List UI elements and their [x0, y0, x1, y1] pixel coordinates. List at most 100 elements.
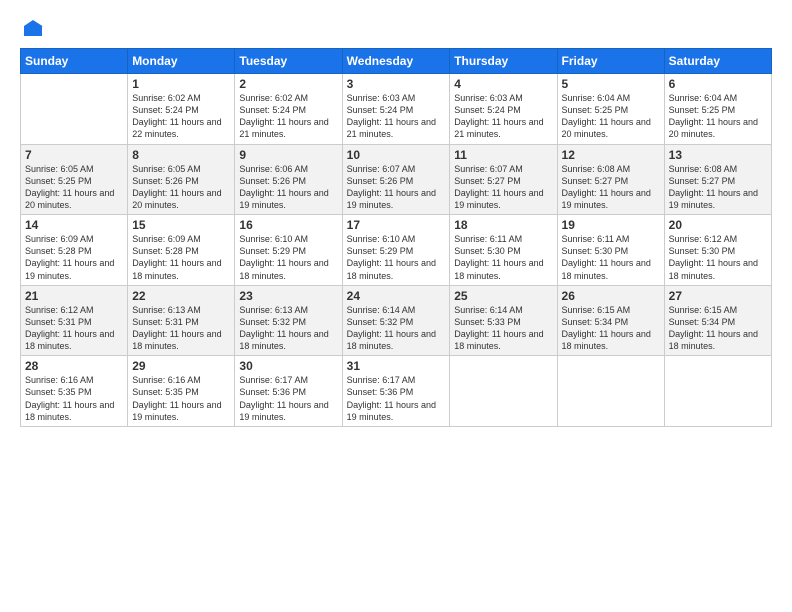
calendar-cell: 23Sunrise: 6:13 AM Sunset: 5:32 PM Dayli… — [235, 285, 342, 356]
calendar-cell: 25Sunrise: 6:14 AM Sunset: 5:33 PM Dayli… — [450, 285, 557, 356]
calendar-cell: 21Sunrise: 6:12 AM Sunset: 5:31 PM Dayli… — [21, 285, 128, 356]
calendar-cell: 18Sunrise: 6:11 AM Sunset: 5:30 PM Dayli… — [450, 215, 557, 286]
calendar-cell: 14Sunrise: 6:09 AM Sunset: 5:28 PM Dayli… — [21, 215, 128, 286]
calendar-cell: 19Sunrise: 6:11 AM Sunset: 5:30 PM Dayli… — [557, 215, 664, 286]
day-number: 4 — [454, 77, 552, 91]
calendar-cell: 12Sunrise: 6:08 AM Sunset: 5:27 PM Dayli… — [557, 144, 664, 215]
calendar-cell: 5Sunrise: 6:04 AM Sunset: 5:25 PM Daylig… — [557, 74, 664, 145]
calendar-cell: 6Sunrise: 6:04 AM Sunset: 5:25 PM Daylig… — [664, 74, 771, 145]
day-info: Sunrise: 6:16 AM Sunset: 5:35 PM Dayligh… — [25, 374, 123, 423]
day-info: Sunrise: 6:14 AM Sunset: 5:33 PM Dayligh… — [454, 304, 552, 353]
day-info: Sunrise: 6:08 AM Sunset: 5:27 PM Dayligh… — [669, 163, 767, 212]
calendar-cell: 2Sunrise: 6:02 AM Sunset: 5:24 PM Daylig… — [235, 74, 342, 145]
day-info: Sunrise: 6:02 AM Sunset: 5:24 PM Dayligh… — [132, 92, 230, 141]
day-info: Sunrise: 6:12 AM Sunset: 5:31 PM Dayligh… — [25, 304, 123, 353]
day-number: 17 — [347, 218, 446, 232]
day-info: Sunrise: 6:09 AM Sunset: 5:28 PM Dayligh… — [132, 233, 230, 282]
day-info: Sunrise: 6:11 AM Sunset: 5:30 PM Dayligh… — [562, 233, 660, 282]
calendar-cell — [21, 74, 128, 145]
day-info: Sunrise: 6:15 AM Sunset: 5:34 PM Dayligh… — [562, 304, 660, 353]
day-number: 19 — [562, 218, 660, 232]
calendar-cell — [664, 356, 771, 427]
day-number: 25 — [454, 289, 552, 303]
calendar-week-3: 14 Sunrise: 6:09 AM Sunset: 5:28 PM Dayli… — [21, 215, 772, 286]
calendar-cell: 24Sunrise: 6:14 AM Sunset: 5:32 PM Dayli… — [342, 285, 450, 356]
calendar-cell: 20Sunrise: 6:12 AM Sunset: 5:30 PM Dayli… — [664, 215, 771, 286]
day-info: Sunrise: 6:17 AM Sunset: 5:36 PM Dayligh… — [347, 374, 446, 423]
day-number: 12 — [562, 148, 660, 162]
calendar-cell: 3Sunrise: 6:03 AM Sunset: 5:24 PM Daylig… — [342, 74, 450, 145]
calendar-cell: 30Sunrise: 6:17 AM Sunset: 5:36 PM Dayli… — [235, 356, 342, 427]
day-info: Sunrise: 6:03 AM Sunset: 5:24 PM Dayligh… — [454, 92, 552, 141]
day-info: Sunrise: 6:16 AM Sunset: 5:35 PM Dayligh… — [132, 374, 230, 423]
calendar-cell: 1Sunrise: 6:02 AM Sunset: 5:24 PM Daylig… — [128, 74, 235, 145]
day-number: 9 — [239, 148, 337, 162]
day-number: 11 — [454, 148, 552, 162]
logo — [20, 18, 44, 40]
day-info: Sunrise: 6:15 AM Sunset: 5:34 PM Dayligh… — [669, 304, 767, 353]
day-number: 14 — [25, 218, 123, 232]
day-info: Sunrise: 6:08 AM Sunset: 5:27 PM Dayligh… — [562, 163, 660, 212]
day-number: 21 — [25, 289, 123, 303]
day-info: Sunrise: 6:04 AM Sunset: 5:25 PM Dayligh… — [669, 92, 767, 141]
day-number: 3 — [347, 77, 446, 91]
calendar-week-2: 7Sunrise: 6:05 AM Sunset: 5:25 PM Daylig… — [21, 144, 772, 215]
weekday-friday: Friday — [557, 49, 664, 74]
logo-icon — [22, 18, 44, 40]
weekday-tuesday: Tuesday — [235, 49, 342, 74]
calendar-cell: 7Sunrise: 6:05 AM Sunset: 5:25 PM Daylig… — [21, 144, 128, 215]
calendar-cell: 29Sunrise: 6:16 AM Sunset: 5:35 PM Dayli… — [128, 356, 235, 427]
day-number: 7 — [25, 148, 123, 162]
weekday-sunday: Sunday — [21, 49, 128, 74]
day-number: 30 — [239, 359, 337, 373]
day-number: 27 — [669, 289, 767, 303]
calendar-week-4: 21Sunrise: 6:12 AM Sunset: 5:31 PM Dayli… — [21, 285, 772, 356]
day-number: 8 — [132, 148, 230, 162]
calendar-cell — [450, 356, 557, 427]
calendar-cell: 8Sunrise: 6:05 AM Sunset: 5:26 PM Daylig… — [128, 144, 235, 215]
day-info: Sunrise: 6:04 AM Sunset: 5:25 PM Dayligh… — [562, 92, 660, 141]
weekday-monday: Monday — [128, 49, 235, 74]
calendar-cell: 28Sunrise: 6:16 AM Sunset: 5:35 PM Dayli… — [21, 356, 128, 427]
day-info: Sunrise: 6:03 AM Sunset: 5:24 PM Dayligh… — [347, 92, 446, 141]
day-info: Sunrise: 6:17 AM Sunset: 5:36 PM Dayligh… — [239, 374, 337, 423]
day-number: 29 — [132, 359, 230, 373]
calendar-cell — [557, 356, 664, 427]
day-number: 26 — [562, 289, 660, 303]
calendar-cell: 17Sunrise: 6:10 AM Sunset: 5:29 PM Dayli… — [342, 215, 450, 286]
calendar-cell: 15Sunrise: 6:09 AM Sunset: 5:28 PM Dayli… — [128, 215, 235, 286]
day-info: Sunrise: 6:06 AM Sunset: 5:26 PM Dayligh… — [239, 163, 337, 212]
page: SundayMondayTuesdayWednesdayThursdayFrid… — [0, 0, 792, 612]
day-info: Sunrise: 6:07 AM Sunset: 5:27 PM Dayligh… — [454, 163, 552, 212]
calendar: SundayMondayTuesdayWednesdayThursdayFrid… — [20, 48, 772, 427]
day-number: 2 — [239, 77, 337, 91]
day-number: 22 — [132, 289, 230, 303]
calendar-cell: 11Sunrise: 6:07 AM Sunset: 5:27 PM Dayli… — [450, 144, 557, 215]
day-info: Sunrise: 6:05 AM Sunset: 5:26 PM Dayligh… — [132, 163, 230, 212]
weekday-saturday: Saturday — [664, 49, 771, 74]
calendar-cell: 4Sunrise: 6:03 AM Sunset: 5:24 PM Daylig… — [450, 74, 557, 145]
day-info: Sunrise: 6:13 AM Sunset: 5:31 PM Dayligh… — [132, 304, 230, 353]
day-info: Sunrise: 6:05 AM Sunset: 5:25 PM Dayligh… — [25, 163, 123, 212]
calendar-cell: 9Sunrise: 6:06 AM Sunset: 5:26 PM Daylig… — [235, 144, 342, 215]
calendar-cell: 26Sunrise: 6:15 AM Sunset: 5:34 PM Dayli… — [557, 285, 664, 356]
day-number: 1 — [132, 77, 230, 91]
day-number: 15 — [132, 218, 230, 232]
day-number: 10 — [347, 148, 446, 162]
day-number: 16 — [239, 218, 337, 232]
calendar-cell: 27Sunrise: 6:15 AM Sunset: 5:34 PM Dayli… — [664, 285, 771, 356]
calendar-cell: 31Sunrise: 6:17 AM Sunset: 5:36 PM Dayli… — [342, 356, 450, 427]
day-number: 20 — [669, 218, 767, 232]
weekday-wednesday: Wednesday — [342, 49, 450, 74]
day-info: Sunrise: 6:14 AM Sunset: 5:32 PM Dayligh… — [347, 304, 446, 353]
weekday-header-row: SundayMondayTuesdayWednesdayThursdayFrid… — [21, 49, 772, 74]
calendar-cell: 10Sunrise: 6:07 AM Sunset: 5:26 PM Dayli… — [342, 144, 450, 215]
header — [20, 18, 772, 40]
day-info: Sunrise: 6:11 AM Sunset: 5:30 PM Dayligh… — [454, 233, 552, 282]
calendar-week-1: 1Sunrise: 6:02 AM Sunset: 5:24 PM Daylig… — [21, 74, 772, 145]
calendar-week-5: 28Sunrise: 6:16 AM Sunset: 5:35 PM Dayli… — [21, 356, 772, 427]
day-info: Sunrise: 6:02 AM Sunset: 5:24 PM Dayligh… — [239, 92, 337, 141]
day-number: 5 — [562, 77, 660, 91]
day-info: Sunrise: 6:12 AM Sunset: 5:30 PM Dayligh… — [669, 233, 767, 282]
calendar-cell: 13Sunrise: 6:08 AM Sunset: 5:27 PM Dayli… — [664, 144, 771, 215]
